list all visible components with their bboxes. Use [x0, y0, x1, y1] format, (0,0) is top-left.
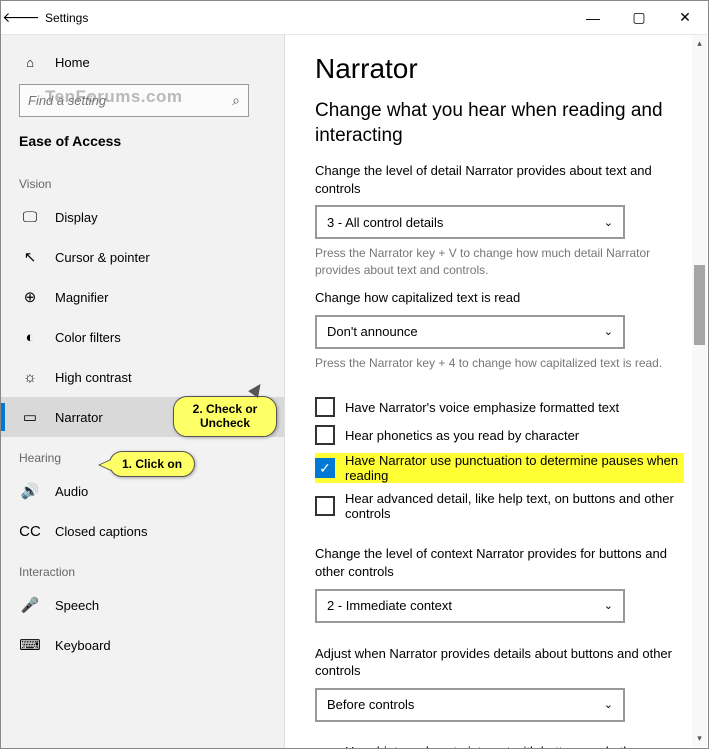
checkbox-label: Hear phonetics as you read by character: [345, 428, 579, 443]
nav-label: Cursor & pointer: [55, 250, 150, 265]
sidebar-item-display[interactable]: 🖵 Display: [1, 197, 284, 237]
nav-icon: ▭: [19, 408, 41, 426]
checkbox-label: Hear hints on how to interact with butto…: [345, 744, 684, 748]
sidebar-item-speech[interactable]: 🎤 Speech: [1, 585, 284, 625]
sidebar-item-cursor-pointer[interactable]: ↖ Cursor & pointer: [1, 237, 284, 277]
hint-caps: Press the Narrator key + 4 to change how…: [315, 355, 684, 372]
nav-icon: ⊕: [19, 288, 41, 306]
group-label: Interaction: [1, 551, 284, 585]
home-label: Home: [55, 55, 90, 70]
scroll-thumb[interactable]: [694, 265, 705, 345]
dropdown-value: 2 - Immediate context: [327, 598, 604, 613]
checkbox-box: [315, 397, 335, 417]
search-field[interactable]: [28, 93, 232, 108]
chevron-down-icon: ⌄: [604, 698, 613, 711]
nav-icon: 🖵: [19, 209, 41, 226]
back-button[interactable]: 🡐: [1, 1, 41, 35]
dropdown-adjust-details[interactable]: Before controls ⌄: [315, 688, 625, 722]
sidebar-item-closed-captions[interactable]: CC Closed captions: [1, 511, 284, 551]
scroll-up-arrow[interactable]: ▴: [692, 35, 707, 52]
scroll-down-arrow[interactable]: ▾: [692, 730, 707, 747]
sidebar-item-high-contrast[interactable]: ☼ High contrast: [1, 357, 284, 397]
nav-icon: ↖: [19, 248, 41, 266]
checkbox-punctuation-pauses[interactable]: ✓ Have Narrator use punctuation to deter…: [315, 453, 684, 483]
vertical-scrollbar[interactable]: ▴ ▾: [692, 35, 707, 747]
dropdown-value: Don't announce: [327, 324, 604, 339]
nav-label: Audio: [55, 484, 88, 499]
maximize-button[interactable]: ▢: [616, 1, 662, 35]
nav-icon: ⌨: [19, 636, 41, 654]
minimize-button[interactable]: —: [570, 1, 616, 35]
home-link[interactable]: ⌂ Home: [1, 47, 284, 78]
sidebar-item-keyboard[interactable]: ⌨ Keyboard: [1, 625, 284, 665]
sidebar-item-color-filters[interactable]: ◐ Color filters: [1, 317, 284, 357]
label-adjust-details: Adjust when Narrator provides details ab…: [315, 645, 684, 680]
nav-label: Closed captions: [55, 524, 148, 539]
hint-detail: Press the Narrator key + V to change how…: [315, 245, 684, 279]
dropdown-context-level[interactable]: 2 - Immediate context ⌄: [315, 589, 625, 623]
nav-label: Display: [55, 210, 98, 225]
section-title: Ease of Access: [1, 127, 284, 163]
nav-icon: 🔊: [19, 482, 41, 500]
nav-icon: CC: [19, 523, 41, 540]
dropdown-caps[interactable]: Don't announce ⌄: [315, 315, 625, 349]
chevron-down-icon: ⌄: [604, 216, 613, 229]
dropdown-value: 3 - All control details: [327, 215, 604, 230]
annotation-callout-1: 1. Click on: [109, 451, 195, 477]
page-title: Narrator: [315, 53, 684, 85]
close-button[interactable]: ✕: [662, 1, 708, 35]
checkbox-hear-phonetics[interactable]: Hear phonetics as you read by character: [315, 425, 684, 445]
nav-label: Speech: [55, 598, 99, 613]
label-context-level: Change the level of context Narrator pro…: [315, 545, 684, 580]
label-detail-level: Change the level of detail Narrator prov…: [315, 162, 684, 197]
checkbox-emphasize-formatted[interactable]: Have Narrator's voice emphasize formatte…: [315, 397, 684, 417]
chevron-down-icon: ⌄: [604, 325, 613, 338]
search-icon: ⌕: [232, 92, 240, 109]
nav-label: Narrator: [55, 410, 103, 425]
label-caps: Change how capitalized text is read: [315, 289, 684, 307]
checkbox-label: Hear advanced detail, like help text, on…: [345, 491, 684, 521]
nav-icon: ☼: [19, 369, 41, 386]
nav-label: Magnifier: [55, 290, 108, 305]
nav-label: Color filters: [55, 330, 121, 345]
checkbox-box: ✓: [315, 458, 335, 478]
dropdown-detail-level[interactable]: 3 - All control details ⌄: [315, 205, 625, 239]
chevron-down-icon: ⌄: [604, 599, 613, 612]
search-input[interactable]: ⌕: [19, 84, 249, 117]
checkbox-label: Have Narrator use punctuation to determi…: [345, 453, 684, 483]
main-content: Narrator Change what you hear when readi…: [284, 35, 708, 748]
annotation-callout-2: 2. Check or Uncheck: [173, 396, 277, 437]
nav-label: High contrast: [55, 370, 132, 385]
checkbox-label: Have Narrator's voice emphasize formatte…: [345, 400, 619, 415]
checkbox-box: [315, 425, 335, 445]
checkbox-box: [315, 496, 335, 516]
nav-icon: 🎤: [19, 596, 41, 614]
group-label: Vision: [1, 163, 284, 197]
dropdown-value: Before controls: [327, 697, 604, 712]
nav-label: Keyboard: [55, 638, 111, 653]
checkbox-advanced-detail[interactable]: Hear advanced detail, like help text, on…: [315, 491, 684, 521]
home-icon: ⌂: [19, 55, 41, 70]
nav-icon: ◐: [19, 329, 41, 346]
sidebar: ⌂ Home ⌕ Ease of Access Vision 🖵 Display ↖ C…: [1, 35, 284, 748]
sidebar-item-magnifier[interactable]: ⊕ Magnifier: [1, 277, 284, 317]
section-heading: Change what you hear when reading and in…: [315, 99, 684, 148]
checkbox-hear-hints[interactable]: Hear hints on how to interact with butto…: [315, 744, 684, 748]
window-title: Settings: [45, 11, 88, 25]
